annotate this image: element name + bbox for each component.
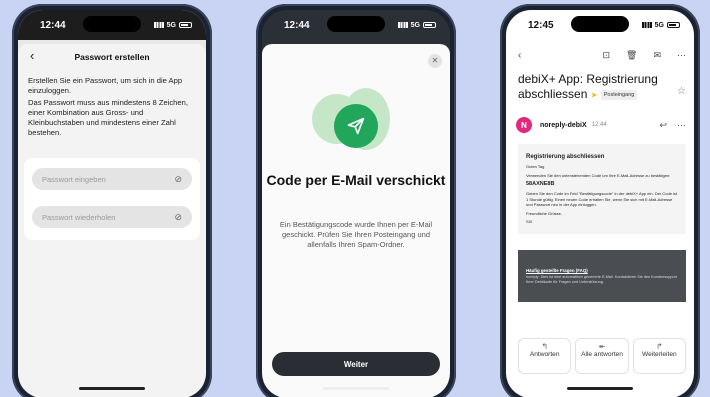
faq-section: Häufig gestellte Fragen (FAQ) noreply: D… bbox=[518, 250, 686, 302]
more-icon[interactable]: ⋯ bbox=[677, 120, 686, 131]
mail-signature: SIX bbox=[526, 219, 533, 224]
email-body: Registrierung abschliessen Guten Tag Ver… bbox=[518, 144, 686, 234]
reply-all-label: Alle antworten bbox=[581, 351, 623, 358]
forward-button[interactable]: ↱ Weiterleiten bbox=[632, 338, 686, 374]
password-repeat-placeholder: Passwort wiederholen bbox=[42, 212, 116, 222]
network-label: 5G bbox=[166, 21, 176, 29]
archive-icon[interactable]: ⊡ bbox=[602, 50, 610, 61]
mail-toolbar: ‹ ⊡ 🗑 ✉ ⋯ bbox=[518, 48, 686, 62]
mail-greeting: Guten Tag bbox=[526, 164, 545, 169]
password-repeat-input[interactable]: Passwort wiederholen ⊘ bbox=[32, 206, 192, 228]
password-placeholder: Passwort eingeben bbox=[42, 174, 106, 184]
sender-name: noreply-debiX bbox=[540, 121, 587, 129]
status-time: 12:44 bbox=[284, 19, 310, 31]
mail-line2: Geben Sie den Code im Feld "Bestätigungs… bbox=[526, 191, 678, 207]
code-sent-sheet: ✕ Code per E-Mail verschickt Ein Bestäti… bbox=[262, 44, 450, 397]
signal-icon bbox=[397, 22, 408, 28]
folder-tag[interactable]: Posteingang bbox=[600, 89, 638, 100]
screen: 12:45 5G ‹ ⊡ 🗑 ✉ ⋯ debiX+ App: Registrie… bbox=[506, 10, 694, 397]
status-time: 12:44 bbox=[40, 19, 66, 31]
network-label: 5G bbox=[410, 21, 420, 29]
home-indicator bbox=[79, 387, 145, 390]
faq-body: noreply: Dies ist eine automatisch gener… bbox=[526, 275, 677, 284]
reply-all-icon: ↞ bbox=[598, 342, 606, 351]
mail-line1: Verwenden Sie den untenstehenden Code um… bbox=[526, 172, 671, 178]
password-input[interactable]: Passwort eingeben ⊘ bbox=[32, 168, 192, 190]
reply-button[interactable]: ↰ Antworten bbox=[518, 338, 572, 374]
screen: 12:44 5G ✕ Code per E-Mail verschickt Ei… bbox=[262, 10, 450, 397]
mail-actions: ↰ Antworten ↞ Alle antworten ↱ Weiterlei… bbox=[518, 338, 686, 374]
dynamic-island bbox=[571, 16, 629, 32]
faq-link[interactable]: Häufig gestellte Fragen (FAQ) bbox=[526, 268, 678, 273]
home-indicator bbox=[323, 387, 389, 390]
mail-closing: Freundliche Grüsse, bbox=[526, 210, 563, 216]
avatar: N bbox=[516, 117, 532, 133]
dynamic-island bbox=[327, 16, 385, 32]
sheet-body: Ein Bestätigungscode wurde Ihnen per E-M… bbox=[279, 220, 433, 249]
mail-heading: Registrierung abschliessen bbox=[526, 154, 605, 160]
page-title: Passwort erstellen bbox=[74, 52, 150, 62]
battery-icon bbox=[667, 22, 680, 28]
reply-icon[interactable]: ↩ bbox=[659, 120, 667, 131]
verification-code: 58AXNE8B bbox=[526, 181, 555, 187]
phone-email-screen: 12:45 5G ‹ ⊡ 🗑 ✉ ⋯ debiX+ App: Registrie… bbox=[500, 4, 700, 397]
password-sheet: ‹ Passwort erstellen Erstellen Sie ein P… bbox=[18, 44, 206, 397]
phone-password-screen: 12:44 5G ‹ Passwort erstellen Erstellen … bbox=[12, 4, 212, 397]
sent-time: 12:44 bbox=[591, 122, 607, 128]
status-time: 12:45 bbox=[528, 19, 554, 31]
email-subject: debiX+ App: Registrierung abschliessen ➤… bbox=[518, 72, 670, 102]
mail-icon[interactable]: ✉ bbox=[653, 50, 661, 61]
star-icon[interactable]: ☆ bbox=[677, 86, 686, 97]
continue-button[interactable]: Weiter bbox=[272, 352, 440, 376]
paper-plane-icon bbox=[347, 117, 365, 135]
home-indicator bbox=[567, 387, 633, 390]
important-arrow-icon: ➤ bbox=[590, 90, 598, 100]
trash-icon[interactable]: 🗑 bbox=[626, 50, 637, 61]
intro-text: Erstellen Sie ein Passwort, um sich in d… bbox=[28, 76, 183, 95]
more-icon[interactable]: ⋯ bbox=[677, 50, 686, 61]
paper-plane-badge bbox=[334, 104, 378, 148]
reply-label: Antworten bbox=[529, 351, 560, 358]
forward-icon: ↱ bbox=[655, 342, 663, 351]
back-chevron-icon[interactable]: ‹ bbox=[518, 50, 521, 61]
signal-icon bbox=[641, 22, 652, 28]
phone-code-sent-screen: 12:44 5G ✕ Code per E-Mail verschickt Ei… bbox=[256, 4, 456, 397]
nav-bar: ‹ Passwort erstellen bbox=[28, 44, 196, 70]
dynamic-island bbox=[83, 16, 141, 32]
eye-slash-icon[interactable]: ⊘ bbox=[174, 212, 182, 223]
battery-icon bbox=[423, 22, 436, 28]
battery-icon bbox=[179, 22, 192, 28]
back-chevron-icon[interactable]: ‹ bbox=[30, 48, 34, 63]
sender-row: N noreply-debiX 12:44 ↩ ⋯ bbox=[516, 114, 686, 136]
eye-slash-icon[interactable]: ⊘ bbox=[174, 174, 182, 185]
reply-all-button[interactable]: ↞ Alle antworten bbox=[575, 338, 629, 374]
close-icon[interactable]: ✕ bbox=[428, 54, 442, 68]
network-label: 5G bbox=[654, 21, 664, 29]
sheet-title: Code per E-Mail verschickt bbox=[266, 172, 446, 188]
rules-text: Das Passwort muss aus mindestens 8 Zeich… bbox=[28, 98, 188, 137]
forward-label: Weiterleiten bbox=[641, 351, 677, 358]
password-card: Passwort eingeben ⊘ Passwort wiederholen… bbox=[24, 158, 200, 240]
screen: 12:44 5G ‹ Passwort erstellen Erstellen … bbox=[18, 10, 206, 397]
reply-icon: ↰ bbox=[541, 342, 549, 351]
signal-icon bbox=[153, 22, 164, 28]
